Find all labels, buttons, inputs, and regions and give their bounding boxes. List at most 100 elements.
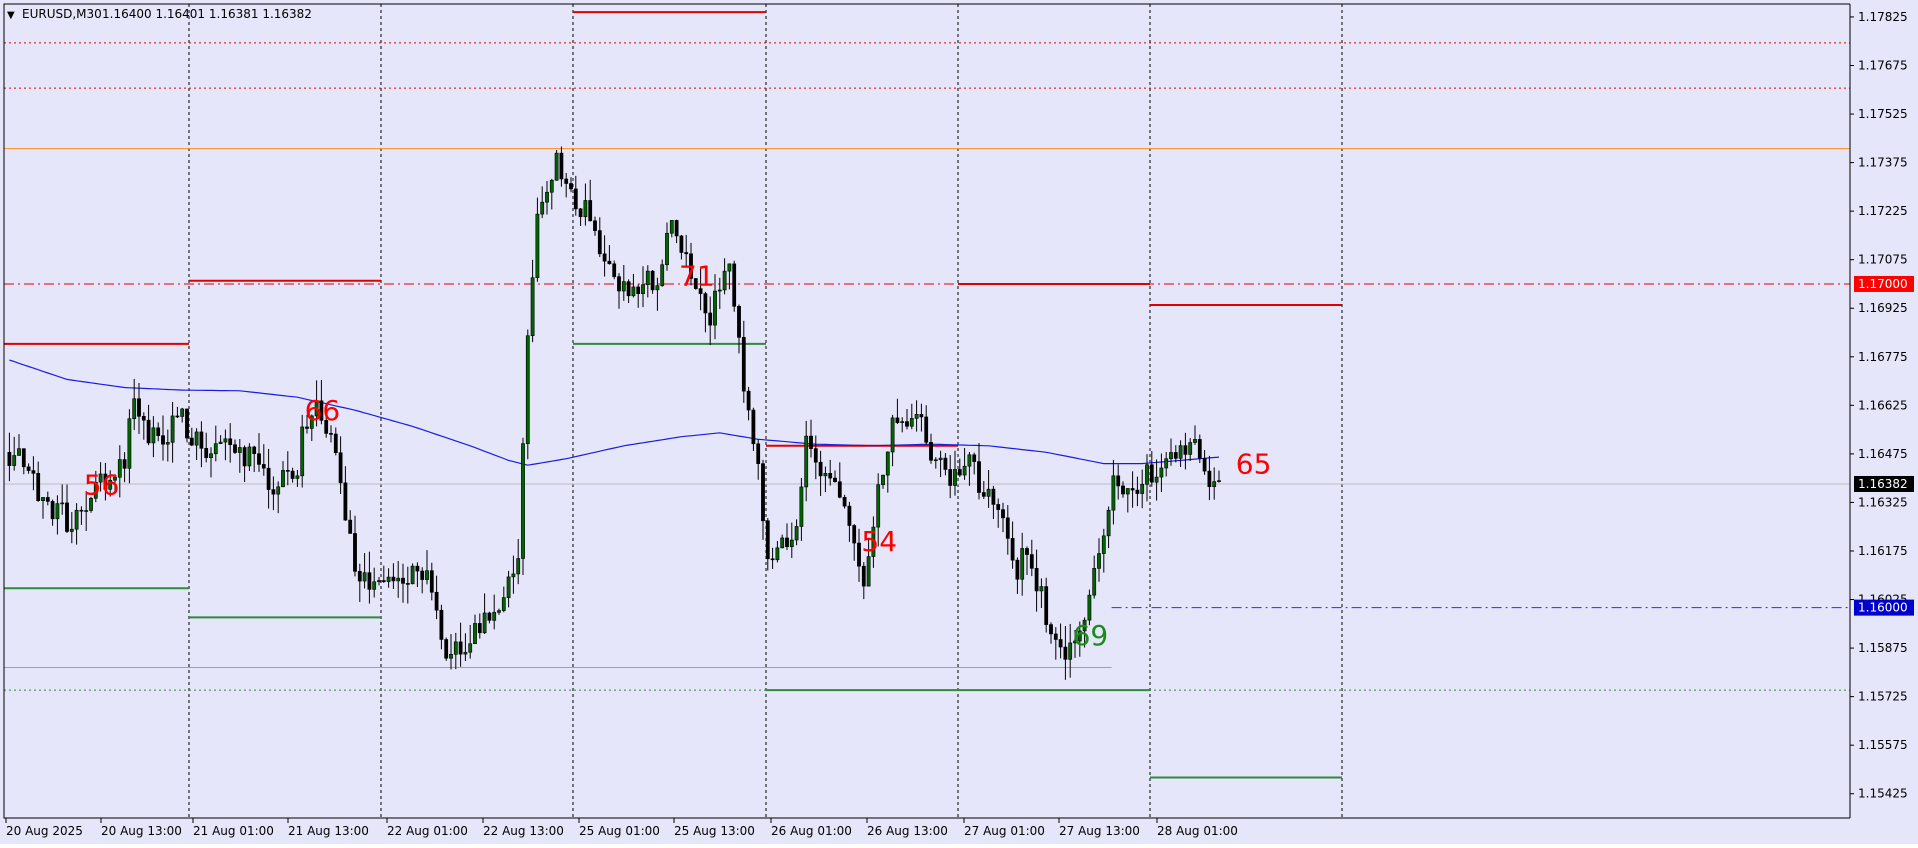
bull-candle xyxy=(799,486,804,527)
bear-candle xyxy=(137,398,141,417)
price-tick-label: 1.16175 xyxy=(1858,544,1908,558)
bear-candle xyxy=(338,452,343,484)
bear-candle xyxy=(367,572,372,590)
bear-candle xyxy=(919,414,924,418)
price-tick-label: 1.15725 xyxy=(1858,690,1908,704)
bull-candle xyxy=(218,441,223,444)
bull-candle xyxy=(468,643,473,653)
bull-candle xyxy=(1188,442,1193,455)
bear-candle xyxy=(977,461,981,493)
bull-candle xyxy=(1125,488,1130,495)
bear-candle xyxy=(1034,568,1039,592)
rsi-annotation: 54 xyxy=(861,525,897,558)
bear-candle xyxy=(703,293,708,314)
price-axis-panel xyxy=(1850,0,1918,844)
bull-candle xyxy=(1212,481,1217,488)
bull-candle xyxy=(84,510,89,512)
bear-candle xyxy=(674,220,679,237)
time-tick-label: 26 Aug 01:00 xyxy=(771,824,852,838)
bull-candle xyxy=(1145,464,1149,485)
rsi-annotation: 66 xyxy=(305,394,341,427)
bull-candle xyxy=(631,286,636,297)
time-tick-label: 22 Aug 13:00 xyxy=(483,824,564,838)
bull-candle xyxy=(1140,484,1145,494)
bear-candle xyxy=(597,230,602,255)
bull-candle xyxy=(501,597,506,611)
rsi-annotation: 65 xyxy=(1236,447,1272,480)
bear-candle xyxy=(185,408,189,439)
bull-candle xyxy=(511,573,516,578)
bear-candle xyxy=(981,492,986,497)
bull-candle xyxy=(60,502,65,505)
bull-candle xyxy=(1169,452,1173,460)
bear-candle xyxy=(257,453,261,465)
bull-candle xyxy=(780,537,785,549)
bear-candle xyxy=(261,464,266,469)
rsi-annotation: 56 xyxy=(84,468,120,501)
bear-candle xyxy=(405,583,410,585)
bull-candle xyxy=(876,484,881,528)
bull-candle xyxy=(986,488,991,497)
bull-candle xyxy=(281,470,285,488)
bull-candle xyxy=(554,152,559,181)
bear-candle xyxy=(588,200,593,222)
bull-candle xyxy=(713,290,717,326)
time-tick-label: 26 Aug 13:00 xyxy=(867,824,948,838)
bull-candle xyxy=(1111,475,1116,511)
bear-candle xyxy=(458,641,463,655)
price-tick-label: 1.17075 xyxy=(1858,253,1908,267)
bear-candle xyxy=(1058,639,1063,648)
bull-candle xyxy=(967,454,972,467)
bull-candle xyxy=(180,408,185,417)
level-tag-label: 1.16000 xyxy=(1858,601,1908,615)
bull-candle xyxy=(300,426,305,477)
price-tick-label: 1.17225 xyxy=(1858,204,1908,218)
bull-candle xyxy=(665,232,669,266)
bear-candle xyxy=(1116,475,1121,487)
bull-candle xyxy=(823,473,828,477)
bull-candle xyxy=(1039,586,1044,592)
bear-candle xyxy=(813,448,818,463)
bull-candle xyxy=(473,623,477,645)
bear-candle xyxy=(31,470,36,474)
bull-candle xyxy=(17,448,21,456)
time-tick-label: 25 Aug 13:00 xyxy=(674,824,755,838)
price-chart[interactable]: 56 66 71 54 69 65 1.17825 1.17675 1.17525 1.1737… xyxy=(0,0,1918,844)
bear-candle xyxy=(156,427,161,436)
bear-candle xyxy=(828,473,833,479)
time-axis: 20 Aug 2025 20 Aug 13:00 21 Aug 01:00 21 Au… xyxy=(0,818,1850,844)
bear-candle xyxy=(1053,633,1058,640)
bear-candle xyxy=(929,441,933,461)
chart-header: ▼ EURUSD,M30 1.16400 1.16401 1.16381 1.1… xyxy=(7,7,312,21)
bull-candle xyxy=(1068,642,1073,660)
price-tick-label: 1.16925 xyxy=(1858,301,1908,315)
bear-candle xyxy=(285,470,290,472)
bear-candle xyxy=(189,437,194,446)
price-tick-label: 1.17825 xyxy=(1858,10,1908,24)
bear-candle xyxy=(852,525,857,544)
bear-candle xyxy=(233,444,237,453)
bear-candle xyxy=(569,183,573,190)
price-tick-label: 1.17525 xyxy=(1858,107,1908,121)
bear-candle xyxy=(357,571,362,582)
bull-candle xyxy=(209,453,213,459)
bull-candle xyxy=(276,486,281,495)
bear-candle xyxy=(477,623,482,634)
bear-candle xyxy=(991,488,996,505)
rsi-annotation: 69 xyxy=(1073,619,1109,652)
bull-candle xyxy=(492,612,497,621)
bear-candle xyxy=(847,505,852,526)
bull-candle xyxy=(453,641,458,655)
menu-icon[interactable]: ▼ xyxy=(7,10,15,21)
bear-candle xyxy=(770,558,775,561)
bull-candle xyxy=(727,263,732,272)
price-tick-label: 1.15575 xyxy=(1858,738,1908,752)
price-tick-label: 1.17375 xyxy=(1858,156,1908,170)
bear-candle xyxy=(252,446,257,455)
bear-candle xyxy=(429,570,434,593)
chart-window[interactable]: 56 66 71 54 69 65 1.17825 1.17675 1.17525 1.1737… xyxy=(0,0,1918,844)
bull-candle xyxy=(549,179,554,193)
bear-candle xyxy=(924,416,929,443)
current-price-tag-label: 1.16382 xyxy=(1858,477,1908,491)
bull-candle xyxy=(396,577,401,582)
